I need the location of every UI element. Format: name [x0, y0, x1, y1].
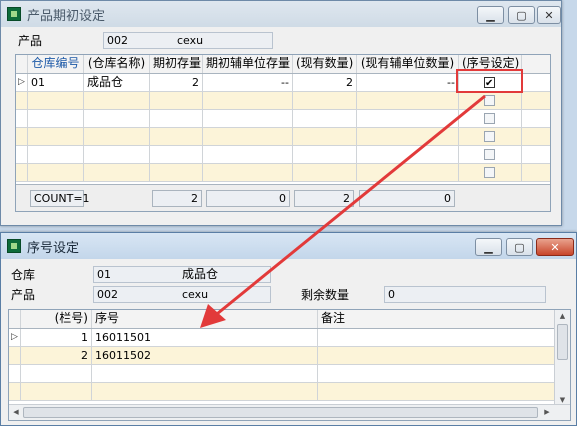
row-selector-icon: ▷ [16, 74, 28, 91]
product-field[interactable]: 002 cexu [103, 32, 273, 49]
count-field: COUNT=1 [30, 190, 90, 207]
window-title: 产品期初设定 [27, 8, 106, 24]
col-init-qty[interactable]: 期初存量 [150, 55, 203, 73]
total-cur-qty: 2 [294, 190, 354, 207]
minimize-button[interactable]: ▁ [475, 238, 502, 256]
table-row[interactable]: 2 16011502 [9, 347, 556, 365]
table-row[interactable] [16, 128, 550, 146]
app-icon [7, 239, 21, 253]
table-row[interactable] [16, 110, 550, 128]
total-cur-aux: 0 [359, 190, 455, 207]
maximize-button[interactable]: ▢ [508, 6, 535, 24]
minimize-button[interactable]: ▁ [477, 6, 504, 24]
warehouse-label: 仓库 [11, 268, 36, 282]
col-row-no[interactable]: (栏号) [21, 310, 92, 328]
row-checkbox[interactable] [484, 113, 495, 124]
col-warehouse-name[interactable]: (仓库名称) [84, 55, 150, 73]
vertical-scrollbar[interactable]: ▲ ▼ [554, 310, 570, 406]
warehouse-field[interactable]: 01 成品仓 [93, 266, 271, 283]
checkbox-highlight [456, 69, 523, 93]
row-checkbox[interactable] [484, 131, 495, 142]
scroll-left-icon[interactable]: ◀ [11, 408, 21, 416]
scroll-right-icon[interactable]: ▶ [542, 408, 552, 416]
close-button[interactable]: ✕ [536, 238, 574, 256]
product-field[interactable]: 002 cexu [93, 286, 271, 303]
col-note[interactable]: 备注 [318, 310, 556, 328]
total-init-qty: 2 [152, 190, 202, 207]
table-row[interactable] [9, 383, 556, 401]
maximize-button[interactable]: ▢ [506, 238, 533, 256]
product-label: 产品 [11, 288, 36, 302]
scroll-thumb[interactable] [557, 324, 568, 360]
table-row[interactable] [16, 164, 550, 182]
row-selector-icon: ▷ [9, 329, 21, 346]
table-row[interactable] [16, 92, 550, 110]
grid-footer: COUNT=1 2 0 2 0 [16, 184, 550, 211]
product-code: 002 [107, 34, 128, 47]
row-checkbox[interactable] [484, 149, 495, 160]
total-init-aux: 0 [206, 190, 290, 207]
scroll-up-icon[interactable]: ▲ [555, 312, 570, 320]
initial-setup-window: 产品期初设定 ▁ ▢ ✕ 产品 002 cexu 仓库编号 (仓库名称) 期初存… [0, 0, 562, 226]
col-serial[interactable]: 序号 [92, 310, 318, 328]
product-code: 002 [97, 288, 118, 301]
initial-setup-titlebar[interactable]: 产品期初设定 ▁ ▢ ✕ [1, 1, 561, 27]
table-row[interactable] [9, 365, 556, 383]
window-title: 序号设定 [27, 240, 80, 256]
serial-grid: (栏号) 序号 备注 ▷ 1 16011501 2 16011502 ▲ ▼ ◀… [8, 309, 571, 421]
app-icon [7, 7, 21, 21]
serial-setting-window: 序号设定 ▁ ▢ ✕ 仓库 01 成品仓 产品 002 cexu 剩余数量 0 … [0, 232, 577, 426]
remaining-qty-field: 0 [384, 286, 546, 303]
table-row[interactable]: ▷ 1 16011501 [9, 329, 556, 347]
col-warehouse-code[interactable]: 仓库编号 [28, 55, 84, 73]
row-checkbox[interactable] [484, 95, 495, 106]
warehouse-name: 成品仓 [182, 267, 219, 281]
col-cur-qty[interactable]: (现有数量) [293, 55, 357, 73]
remaining-qty-label: 剩余数量 [301, 288, 350, 302]
product-name: cexu [182, 288, 209, 301]
table-row[interactable] [16, 146, 550, 164]
col-cur-aux[interactable]: (现有辅单位数量) [357, 55, 459, 73]
serial-setting-titlebar[interactable]: 序号设定 ▁ ▢ ✕ [1, 233, 576, 259]
scroll-down-icon[interactable]: ▼ [555, 396, 570, 404]
row-checkbox[interactable] [484, 167, 495, 178]
scroll-thumb[interactable] [23, 407, 538, 418]
horizontal-scrollbar[interactable]: ◀ ▶ [9, 404, 570, 420]
product-label: 产品 [18, 34, 43, 48]
col-init-aux[interactable]: 期初辅单位存量 [203, 55, 293, 73]
grid-header: (栏号) 序号 备注 [9, 310, 556, 329]
close-button[interactable]: ✕ [537, 6, 561, 24]
warehouse-code: 01 [97, 268, 111, 281]
product-name: cexu [177, 34, 204, 47]
